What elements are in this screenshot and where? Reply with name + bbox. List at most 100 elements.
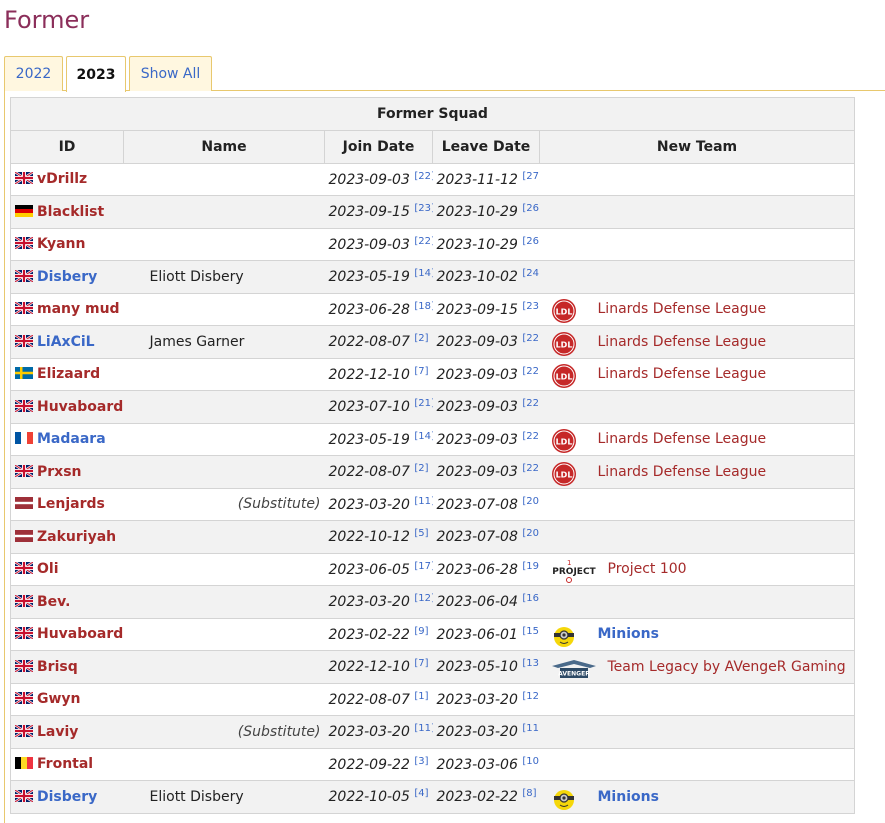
reference-link[interactable]: [12] <box>522 691 539 702</box>
leave-date-value: 2023-09-03 <box>436 366 518 383</box>
player-id-link[interactable]: many mud <box>37 301 120 317</box>
reference-link[interactable]: [11] <box>414 723 432 734</box>
team-name-link[interactable]: Linards Defense League <box>598 334 767 350</box>
tab-show-all[interactable]: Show All <box>129 56 212 91</box>
player-id-link[interactable]: Huvaboard <box>37 626 123 642</box>
team-name-link[interactable]: Project 100 <box>608 561 687 577</box>
uk-flag-icon <box>15 399 33 412</box>
team-name-link[interactable]: Minions <box>598 789 659 805</box>
reference-link[interactable]: [22] <box>522 333 539 344</box>
reference-link[interactable]: [23] <box>414 203 432 214</box>
player-id-link[interactable]: LiAxCiL <box>37 334 95 350</box>
reference-link[interactable]: [21] <box>414 398 432 409</box>
player-id-link[interactable]: Huvaboard <box>37 399 123 415</box>
player-id-link[interactable]: Brisq <box>37 659 78 675</box>
leave-date-value: 2023-11-12 <box>436 171 518 188</box>
reference-link[interactable]: [23] <box>522 301 539 312</box>
avenger-logo-icon[interactable]: AVENGER <box>550 656 598 678</box>
player-id-link[interactable]: vDrillz <box>37 171 87 187</box>
leave-date-value: 2023-09-15 <box>436 301 518 318</box>
reference-link[interactable]: [7] <box>414 366 428 377</box>
team-name-link[interactable]: Linards Defense League <box>598 464 767 480</box>
player-id-link[interactable]: Gwyn <box>37 691 81 707</box>
team-name-link[interactable]: Linards Defense League <box>598 301 767 317</box>
reference-link[interactable]: [7] <box>414 658 428 669</box>
reference-link[interactable]: [22] <box>522 431 539 442</box>
reference-link[interactable]: [19] <box>522 561 539 572</box>
reference-link[interactable]: [10] <box>522 756 539 767</box>
reference-link[interactable]: [22] <box>522 398 539 409</box>
join-date-value: 2023-09-03 <box>328 171 410 188</box>
ldl-logo-icon[interactable]: LDL <box>550 331 578 356</box>
team-name-link[interactable]: Linards Defense League <box>598 431 767 447</box>
reference-link[interactable]: [5] <box>414 528 428 539</box>
reference-link[interactable]: [9] <box>414 626 428 637</box>
reference-link[interactable]: [22] <box>414 171 432 182</box>
player-id-link[interactable]: Blacklist <box>37 204 104 220</box>
reference-link[interactable]: [22] <box>522 366 539 377</box>
ldl-logo-icon[interactable]: LDL <box>550 298 578 324</box>
reference-link[interactable]: [4] <box>414 788 428 799</box>
tab-2023[interactable]: 2023 <box>66 56 126 92</box>
reference-link[interactable]: [17] <box>414 561 432 572</box>
ldl-logo-icon[interactable]: LDL <box>550 428 578 454</box>
minion-logo-icon[interactable] <box>550 623 578 648</box>
player-id-link[interactable]: Kyann <box>37 236 85 252</box>
team-name-link[interactable]: Linards Defense League <box>598 366 767 382</box>
leave-date: 2023-09-15 [23] <box>432 292 540 326</box>
reference-link[interactable]: [15] <box>522 626 539 637</box>
reference-link[interactable]: [26] <box>522 236 539 247</box>
reference-link[interactable]: [11] <box>414 496 432 507</box>
player-id-link[interactable]: Disbery <box>37 789 97 805</box>
player-id-link[interactable]: Bev. <box>37 594 70 610</box>
reference-link[interactable]: [11] <box>522 723 539 734</box>
reference-link[interactable]: [20] <box>522 496 539 507</box>
join-date: 2022-10-05 [4] <box>324 780 433 814</box>
player-id-link[interactable]: Prxsn <box>37 464 82 480</box>
minion-logo-icon[interactable] <box>550 786 578 810</box>
reference-link[interactable]: [22] <box>414 236 432 247</box>
player-id-link[interactable]: Frontal <box>37 756 93 772</box>
leave-date-value: 2023-06-04 <box>436 594 518 611</box>
uk-flag-icon <box>15 237 33 250</box>
reference-link[interactable]: [2] <box>414 333 428 344</box>
player-id-link[interactable]: Oli <box>37 561 59 577</box>
reference-link[interactable]: [27] <box>522 171 539 182</box>
reference-link[interactable]: [14] <box>414 431 432 442</box>
reference-link[interactable]: [2] <box>414 463 428 474</box>
id-cell: LiAxCiL <box>10 325 124 359</box>
team-name-link[interactable]: Team Legacy by AVengeR Gaming <box>608 659 846 675</box>
reference-link[interactable]: [16] <box>522 593 539 604</box>
header-new-team: New Team <box>539 130 855 164</box>
player-id-link[interactable]: Elizaard <box>37 366 100 382</box>
reference-link[interactable]: [20] <box>522 528 539 539</box>
new-team-cell <box>539 260 855 294</box>
reference-link[interactable]: [8] <box>522 788 536 799</box>
reference-link[interactable]: [1] <box>414 691 428 702</box>
reference-link[interactable]: [14] <box>414 268 432 279</box>
leave-date: 2023-11-12 [27] <box>432 162 540 196</box>
reference-link[interactable]: [12] <box>414 593 432 604</box>
join-date: 2023-03-20 [11] <box>324 715 433 749</box>
leave-date-value: 2023-06-01 <box>436 626 518 643</box>
project-logo-icon[interactable]: PROJECT 1 <box>550 558 598 584</box>
tab-2022[interactable]: 2022 <box>4 56 63 91</box>
reference-link[interactable]: [22] <box>522 463 539 474</box>
team-name-link[interactable]: Minions <box>598 626 659 642</box>
ldl-logo-icon[interactable]: LDL <box>550 363 578 389</box>
name-cell <box>123 455 325 489</box>
reference-link[interactable]: [26] <box>522 203 539 214</box>
player-id-link[interactable]: Lenjards <box>37 496 105 512</box>
name-cell <box>123 390 325 424</box>
player-id-link[interactable]: Zakuriyah <box>37 529 116 545</box>
reference-link[interactable]: [24] <box>522 268 539 279</box>
name-cell: Eliott Disbery <box>123 780 325 814</box>
squad-row: Huvaboard2023-07-10 [21]2023-09-03 [22] <box>10 390 855 424</box>
player-id-link[interactable]: Disbery <box>37 269 97 285</box>
reference-link[interactable]: [13] <box>522 658 539 669</box>
reference-link[interactable]: [3] <box>414 756 428 767</box>
player-id-link[interactable]: Laviy <box>37 724 78 740</box>
ldl-logo-icon[interactable]: LDL <box>550 461 578 486</box>
reference-link[interactable]: [18] <box>414 301 432 312</box>
player-id-link[interactable]: Madaara <box>37 431 106 447</box>
